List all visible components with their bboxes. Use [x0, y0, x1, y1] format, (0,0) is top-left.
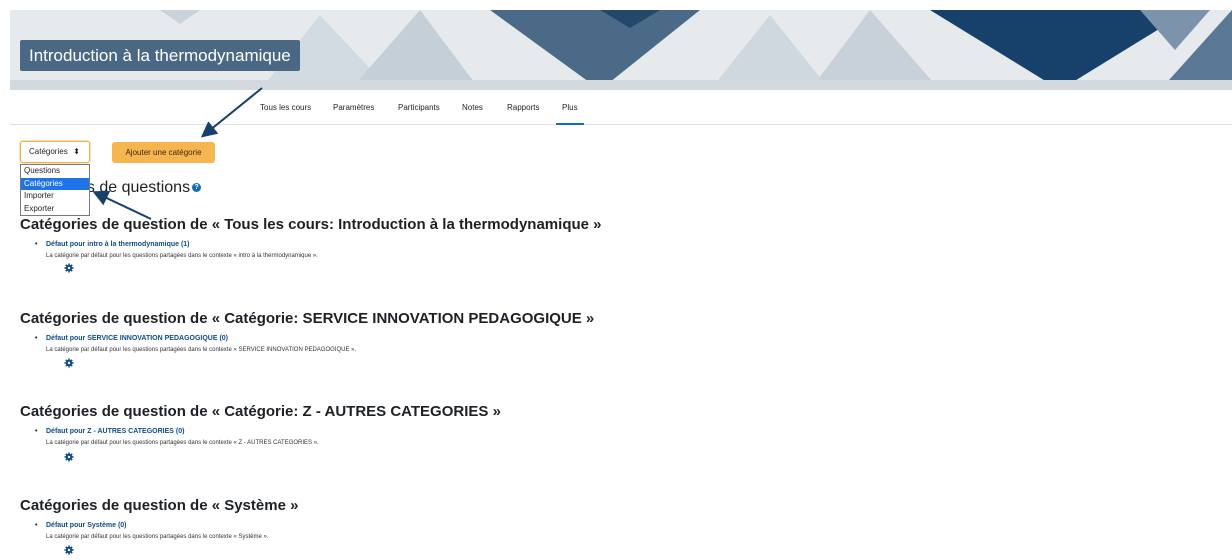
option-exporter[interactable]: Exporter — [21, 203, 89, 216]
nav-tous-les-cours[interactable]: Tous les cours — [260, 90, 311, 125]
category-description-course: La catégorie par défaut pour les questio… — [46, 253, 318, 259]
option-questions[interactable]: Questions — [21, 165, 89, 178]
course-title[interactable]: Introduction à la thermodynamique — [20, 40, 300, 71]
category-link-course[interactable]: Défaut pour intro à la thermodynamique (… — [35, 241, 189, 248]
question-circle-icon[interactable]: ? — [192, 183, 202, 193]
gear-icon[interactable] — [64, 452, 74, 462]
nav-plus[interactable]: Plus — [556, 90, 584, 125]
category-link-autres[interactable]: Défaut pour Z - AUTRES CATEGORIES (0) — [35, 428, 184, 435]
nav-notes[interactable]: Notes — [462, 90, 483, 125]
section-heading-course: Catégories de question de « Tous les cou… — [20, 216, 602, 233]
question-bank-select[interactable]: Catégories ⬍ — [20, 141, 90, 163]
gear-icon[interactable] — [64, 263, 74, 273]
page-title-text: es de questions — [78, 179, 191, 196]
select-value: Catégories — [29, 147, 68, 156]
option-categories[interactable]: Catégories — [21, 177, 89, 190]
secondary-nav: Tous les cours Paramètres Participants N… — [10, 90, 1232, 125]
add-category-button[interactable]: Ajouter une catégorie — [112, 142, 215, 163]
section-heading-service: Catégories de question de « Catégorie: S… — [20, 310, 595, 327]
section-heading-autres: Catégories de question de « Catégorie: Z… — [20, 403, 501, 420]
nav-participants[interactable]: Participants — [398, 90, 440, 125]
course-banner: Introduction à la thermodynamique — [10, 10, 1232, 90]
nav-parametres[interactable]: Paramètres — [333, 90, 374, 125]
category-description-autres: La catégorie par défaut pour les questio… — [46, 440, 319, 446]
category-link-systeme[interactable]: Défaut pour Système (0) — [35, 522, 126, 529]
sort-caret-icon: ⬍ — [73, 147, 80, 156]
category-description-service: La catégorie par défaut pour les questio… — [46, 347, 357, 353]
gear-icon[interactable] — [64, 358, 74, 368]
option-importer[interactable]: Importer — [21, 190, 89, 203]
nav-rapports[interactable]: Rapports — [507, 90, 539, 125]
section-heading-systeme: Catégories de question de « Système » — [20, 497, 299, 514]
category-description-systeme: La catégorie par défaut pour les questio… — [46, 534, 269, 540]
page-title: es de questions? — [78, 179, 202, 197]
gear-icon[interactable] — [64, 545, 74, 555]
select-dropdown-list: Questions Catégories Importer Exporter — [20, 164, 90, 216]
category-link-service[interactable]: Défaut pour SERVICE INNOVATION PEDAGOGIQ… — [35, 335, 228, 342]
